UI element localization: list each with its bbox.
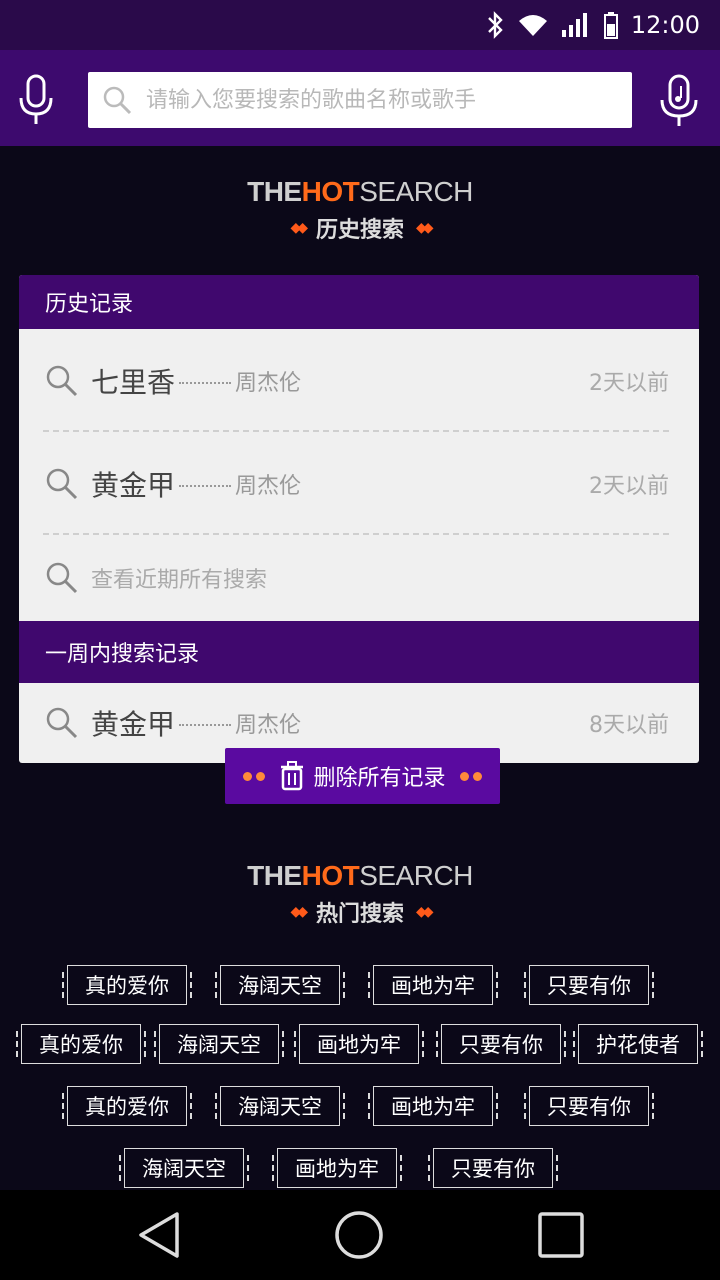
hot-tag[interactable]: 海阔天空 [215, 965, 345, 1005]
history-card: 历史记录 七里香 周杰伦 2天以前 黄金甲 周杰伦 2天以前 查看近期所有搜索 … [19, 275, 699, 763]
history-section-title: THEHOTSEARCH ◆◆ 历史搜索 ◆◆ [0, 176, 720, 244]
diamond-decoration-icon: ◆◆ [290, 904, 307, 920]
search-time: 2天以前 [589, 473, 669, 499]
hot-tag[interactable]: 只要有你 [436, 1024, 566, 1064]
hot-tag[interactable]: 海阔天空 [154, 1024, 284, 1064]
search-icon [46, 562, 78, 594]
dot-decoration-icon [459, 771, 482, 781]
wifi-icon [518, 15, 547, 36]
search-icon [103, 86, 132, 115]
search-icon [46, 707, 78, 739]
back-button[interactable] [135, 1210, 185, 1260]
search-icon [46, 365, 78, 396]
hot-tag[interactable]: 海阔天空 [119, 1148, 249, 1188]
signal-icon [561, 13, 587, 37]
back-triangle-icon [139, 1212, 179, 1258]
hot-search-logo: THEHOTSEARCH [247, 176, 473, 207]
search-time: 2天以前 [589, 370, 669, 396]
diamond-decoration-icon: ◆◆ [290, 220, 307, 236]
hot-tag[interactable]: 真的爱你 [16, 1024, 146, 1064]
battery-icon [603, 12, 618, 39]
search-icon [46, 468, 78, 499]
home-button[interactable] [334, 1210, 384, 1260]
singer-name: 周杰伦 [235, 370, 302, 396]
hot-tag[interactable]: 画地为牢 [368, 965, 498, 1005]
hot-tag[interactable]: 画地为牢 [294, 1024, 424, 1064]
singer-name: 周杰伦 [235, 713, 302, 738]
hot-tag[interactable]: 只要有你 [428, 1148, 558, 1188]
hot-section-title: THEHOTSEARCH ◆◆ 热门搜索 ◆◆ [0, 860, 720, 928]
hot-tag[interactable]: 只要有你 [524, 965, 654, 1005]
singer-name: 周杰伦 [235, 473, 302, 499]
clock: 12:00 [630, 11, 700, 39]
song-name: 黄金甲 [91, 468, 176, 502]
view-all-searches-row[interactable]: 查看近期所有搜索 [19, 535, 699, 621]
recents-button[interactable] [536, 1210, 586, 1260]
search-header [0, 50, 720, 146]
diamond-decoration-icon: ◆◆ [416, 220, 433, 236]
history-row[interactable]: 七里香 周杰伦 2天以前 [19, 329, 699, 432]
history-subtitle: 历史搜索 [315, 218, 404, 243]
microphone-icon [19, 74, 53, 124]
song-name: 七里香 [91, 365, 176, 399]
dotted-separator [179, 484, 232, 487]
navigation-bar [0, 1190, 720, 1280]
hot-tag[interactable]: 海阔天空 [215, 1086, 345, 1126]
view-all-label: 查看近期所有搜索 [91, 568, 268, 593]
hot-tag[interactable]: 护花使者 [573, 1024, 703, 1064]
hot-subtitle: 热门搜索 [315, 902, 404, 927]
voice-search-button[interactable] [16, 74, 56, 126]
hot-search-logo: THEHOTSEARCH [247, 860, 473, 891]
hot-tag[interactable]: 画地为牢 [368, 1086, 498, 1126]
history-card-header: 历史记录 [19, 275, 699, 329]
week-card-header: 一周内搜索记录 [19, 621, 699, 683]
song-name: 黄金甲 [91, 708, 176, 741]
search-input[interactable] [146, 87, 632, 113]
diamond-decoration-icon: ◆◆ [416, 904, 433, 920]
trash-icon [281, 761, 304, 791]
status-bar: 12:00 [0, 0, 720, 50]
hot-tag[interactable]: 只要有你 [524, 1086, 654, 1126]
hot-tag[interactable]: 画地为牢 [272, 1148, 402, 1188]
delete-all-label: 删除所有记录 [313, 766, 446, 791]
dotted-separator [179, 381, 232, 384]
dot-decoration-icon [243, 771, 266, 781]
recents-square-icon [538, 1212, 584, 1258]
hot-tag[interactable]: 真的爱你 [62, 965, 192, 1005]
delete-all-button[interactable]: 删除所有记录 [225, 748, 500, 804]
hot-tag[interactable]: 真的爱你 [62, 1086, 192, 1126]
home-circle-icon [335, 1211, 383, 1259]
music-mic-icon [660, 74, 698, 126]
search-time: 8天以前 [589, 713, 669, 738]
dotted-separator [179, 724, 232, 726]
music-recognition-button[interactable] [656, 72, 706, 128]
history-row[interactable]: 黄金甲 周杰伦 2天以前 [19, 432, 699, 535]
bluetooth-icon [487, 11, 503, 39]
search-box [88, 72, 632, 128]
